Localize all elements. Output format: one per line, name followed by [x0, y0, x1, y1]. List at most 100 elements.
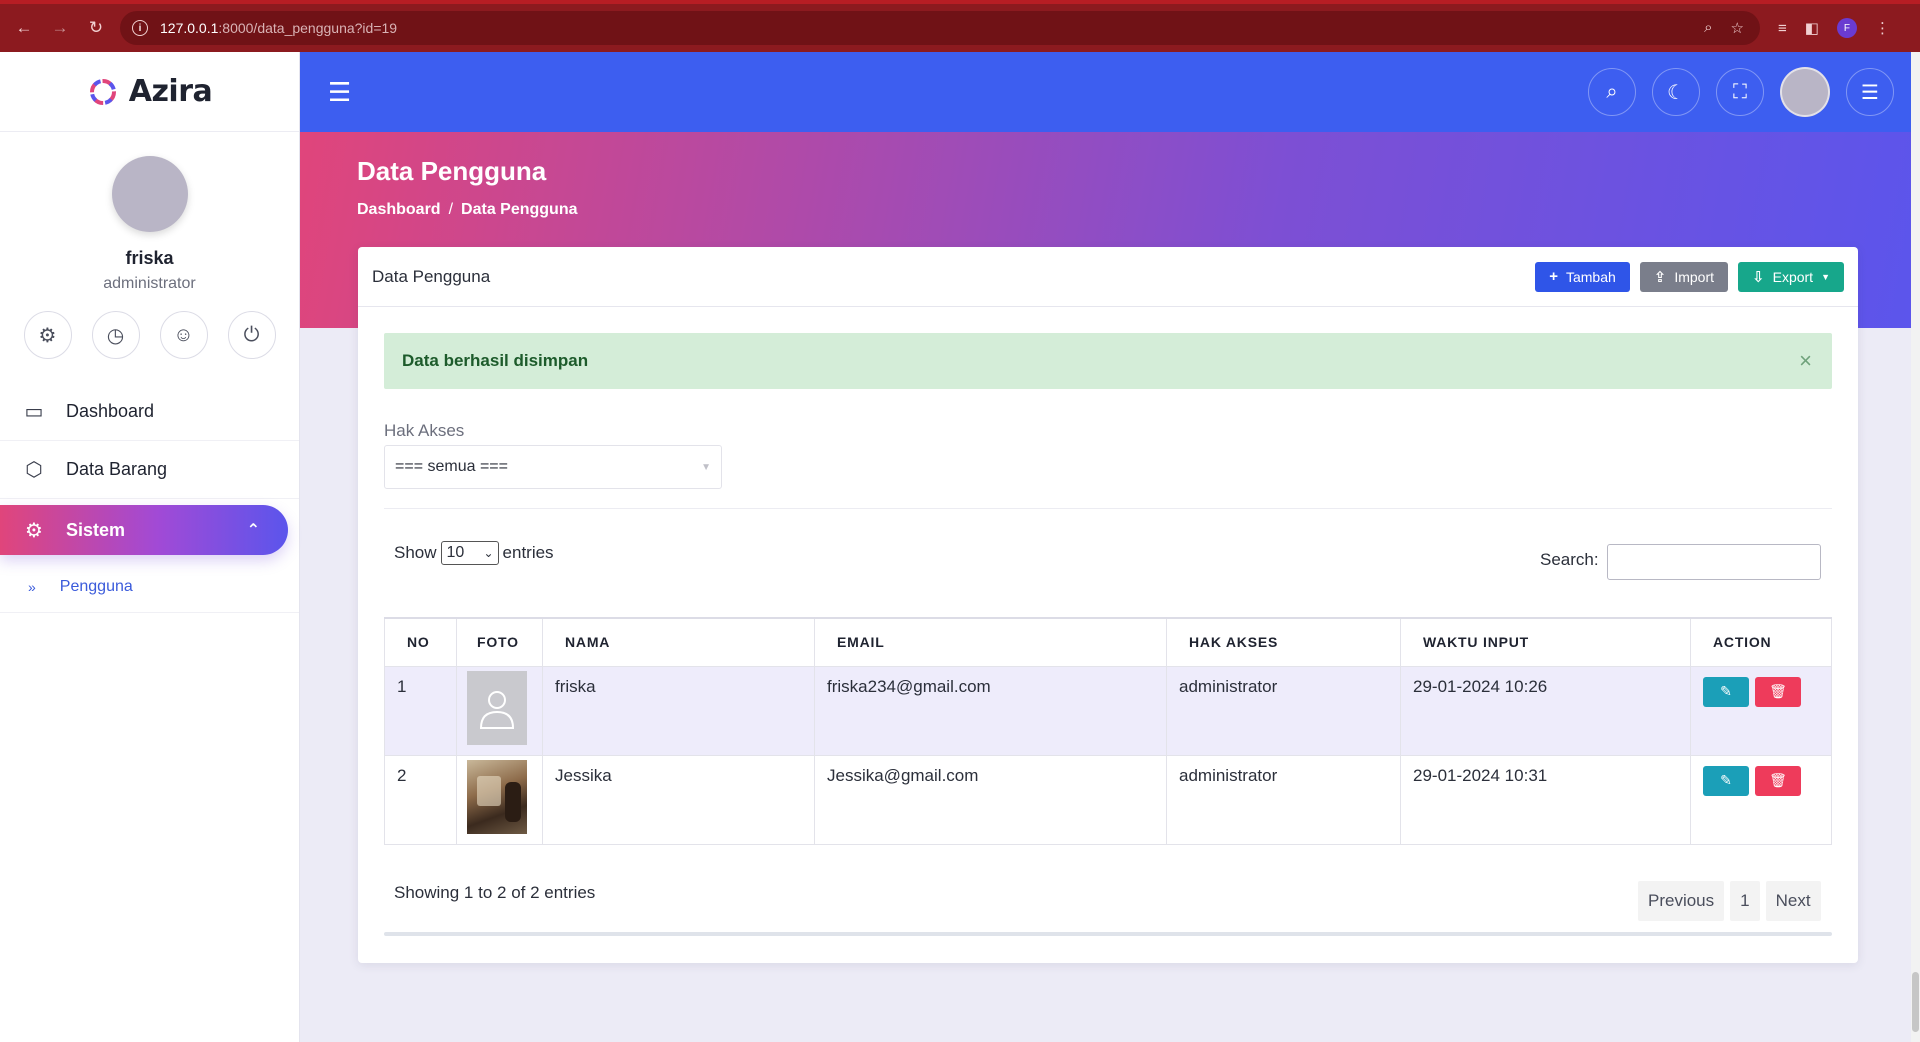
cell-waktu-input: 29-01-2024 10:31	[1400, 754, 1691, 845]
import-button[interactable]: ⇪ Import	[1639, 261, 1729, 292]
media-control-icon[interactable]: ≡	[1778, 20, 1787, 37]
hamburger-menu-icon[interactable]: ☰	[328, 77, 351, 108]
page-scrollbar[interactable]	[1911, 52, 1920, 1042]
close-icon[interactable]: ×	[1799, 348, 1812, 374]
page-scrollbar-thumb[interactable]	[1912, 972, 1919, 1032]
hak-akses-select[interactable]: === semua === ▼	[384, 445, 722, 489]
chevron-up-icon: ⌃	[246, 522, 260, 539]
show-label: Show	[394, 543, 437, 562]
caret-down-icon: ▼	[1821, 271, 1830, 282]
export-button-label: Export	[1772, 268, 1814, 285]
export-dropdown-button[interactable]: ⇩ Export ▼	[1738, 261, 1844, 292]
trash-icon: 🗑	[1769, 683, 1787, 699]
breadcrumb: Dashboard / Data Pengguna	[357, 201, 578, 219]
sidebar-subitem-pengguna[interactable]: » Pengguna	[0, 561, 299, 613]
cell-no: 2	[384, 754, 457, 845]
side-panel-icon[interactable]: ◧	[1805, 19, 1819, 37]
cell-hak-akses: administrator	[1166, 754, 1401, 845]
clock-icon[interactable]: ◷	[91, 311, 140, 359]
bookmark-star-icon[interactable]: ☆	[1731, 19, 1744, 37]
column-header-foto[interactable]: FOTO	[456, 617, 543, 667]
delete-button[interactable]: 🗑	[1755, 765, 1801, 796]
table-info: Showing 1 to 2 of 2 entries	[394, 883, 596, 902]
column-header-email[interactable]: EMAIL	[814, 617, 1167, 667]
card-header: Data Pengguna + Tambah ⇪ Import ⇩ Export ▼	[358, 247, 1858, 307]
hak-akses-label: Hak Akses	[384, 421, 465, 440]
site-info-icon[interactable]: i	[132, 20, 148, 36]
sidebar: Azira friska administrator ⚙ ◷ ☺ ⏻ ▭ Das…	[0, 52, 300, 1042]
row-actions: ✎ 🗑	[1703, 676, 1819, 707]
search-icon[interactable]: ⌕	[1588, 68, 1636, 116]
plus-icon: +	[1549, 268, 1558, 285]
edit-icon: ✎	[1720, 772, 1732, 788]
search-label: Search:	[1540, 550, 1599, 569]
gear-icon: ⚙	[25, 519, 43, 542]
sidebar-item-label: Dashboard	[66, 401, 155, 421]
pagination-previous[interactable]: Previous	[1638, 881, 1725, 921]
box-icon: ⬡	[25, 459, 43, 481]
breadcrumb-dashboard[interactable]: Dashboard	[357, 201, 441, 218]
edit-button[interactable]: ✎	[1703, 676, 1749, 707]
top-navbar: ☰ ⌕ ☾ ⛶ ☰	[300, 52, 1920, 132]
users-table: NO FOTO NAMA EMAIL HAK AKSES WAKTU INPUT…	[384, 617, 1832, 845]
cell-no: 1	[384, 665, 457, 756]
placeholder-user-icon	[467, 670, 527, 745]
trash-icon: 🗑	[1769, 772, 1787, 788]
back-arrow-icon[interactable]: ←	[10, 14, 38, 42]
cell-action: ✎ 🗑	[1690, 665, 1832, 756]
success-alert: Data berhasil disimpan ×	[384, 333, 1832, 389]
browser-menu-icon[interactable]: ⋮	[1875, 19, 1890, 37]
azira-logo-icon	[87, 76, 119, 108]
download-icon: ⇩	[1752, 268, 1765, 286]
power-icon[interactable]: ⏻	[227, 311, 276, 359]
cell-email: friska234@gmail.com	[814, 665, 1167, 756]
column-header-hak-akses[interactable]: HAK AKSES	[1166, 617, 1401, 667]
user-role: administrator	[103, 275, 196, 292]
column-header-action: ACTION	[1690, 617, 1832, 667]
pagination-next[interactable]: Next	[1765, 881, 1821, 921]
forward-arrow-icon[interactable]: →	[46, 14, 74, 42]
column-header-nama[interactable]: NAMA	[542, 617, 815, 667]
upload-icon: ⇪	[1653, 268, 1667, 286]
search-input[interactable]	[1607, 544, 1821, 580]
more-menu-icon[interactable]: ☰	[1846, 68, 1894, 116]
pagination-page-1[interactable]: 1	[1730, 881, 1760, 921]
page-title: Data Pengguna	[357, 156, 547, 186]
navbar-avatar[interactable]	[1780, 67, 1830, 117]
column-header-waktu-input[interactable]: WAKTU INPUT	[1400, 617, 1691, 667]
entries-per-page-select[interactable]: 10 ⌄	[440, 541, 499, 565]
table-row: 1 friska friska234@gmail.com administrat…	[384, 665, 1832, 756]
settings-gear-icon[interactable]: ⚙	[23, 311, 72, 359]
chevron-down-icon: ▼	[701, 461, 711, 473]
browser-profile-avatar[interactable]: F	[1836, 18, 1857, 38]
omnibox-actions: ⌕ ☆	[1704, 19, 1744, 37]
sidebar-subitem-label: Pengguna	[59, 577, 133, 595]
chevron-down-icon: ⌄	[483, 546, 494, 560]
delete-button[interactable]: 🗑	[1755, 676, 1801, 707]
address-bar[interactable]: i 127.0.0.1:8000/data_pengguna?id=19 ⌕ ☆	[120, 11, 1760, 45]
sidebar-item-dashboard[interactable]: ▭ Dashboard	[0, 383, 299, 441]
card-actions: + Tambah ⇪ Import ⇩ Export ▼	[1535, 261, 1844, 292]
sidebar-item-sistem[interactable]: ⚙ Sistem ⌃	[0, 505, 288, 555]
cell-foto	[456, 754, 543, 845]
sidebar-item-data-barang[interactable]: ⬡ Data Barang	[0, 441, 299, 499]
brand-name: Azira	[128, 74, 213, 109]
entries-length: Show 10 ⌄ entries	[394, 541, 554, 565]
fullscreen-icon[interactable]: ⛶	[1716, 68, 1764, 116]
profile-quick-actions: ⚙ ◷ ☺ ⏻	[0, 311, 299, 359]
table-row: 2 Jessika Jessika@gmail.com administrato…	[384, 754, 1832, 845]
edit-button[interactable]: ✎	[1703, 765, 1749, 796]
column-header-no[interactable]: NO	[384, 617, 457, 667]
alert-message: Data berhasil disimpan	[402, 351, 589, 370]
pagination: Previous 1 Next	[1638, 881, 1821, 921]
user-icon[interactable]: ☺	[159, 311, 208, 359]
add-user-button[interactable]: + Tambah	[1535, 261, 1630, 292]
sidebar-profile: friska administrator ⚙ ◷ ☺ ⏻	[0, 132, 299, 359]
table-horizontal-scrollbar[interactable]	[384, 932, 1832, 936]
avatar[interactable]	[111, 156, 188, 232]
brand[interactable]: Azira	[0, 52, 299, 132]
breadcrumb-separator: /	[448, 201, 454, 218]
dark-mode-moon-icon[interactable]: ☾	[1652, 68, 1700, 116]
reload-icon[interactable]: ↻	[82, 14, 110, 42]
zoom-icon[interactable]: ⌕	[1704, 19, 1712, 37]
